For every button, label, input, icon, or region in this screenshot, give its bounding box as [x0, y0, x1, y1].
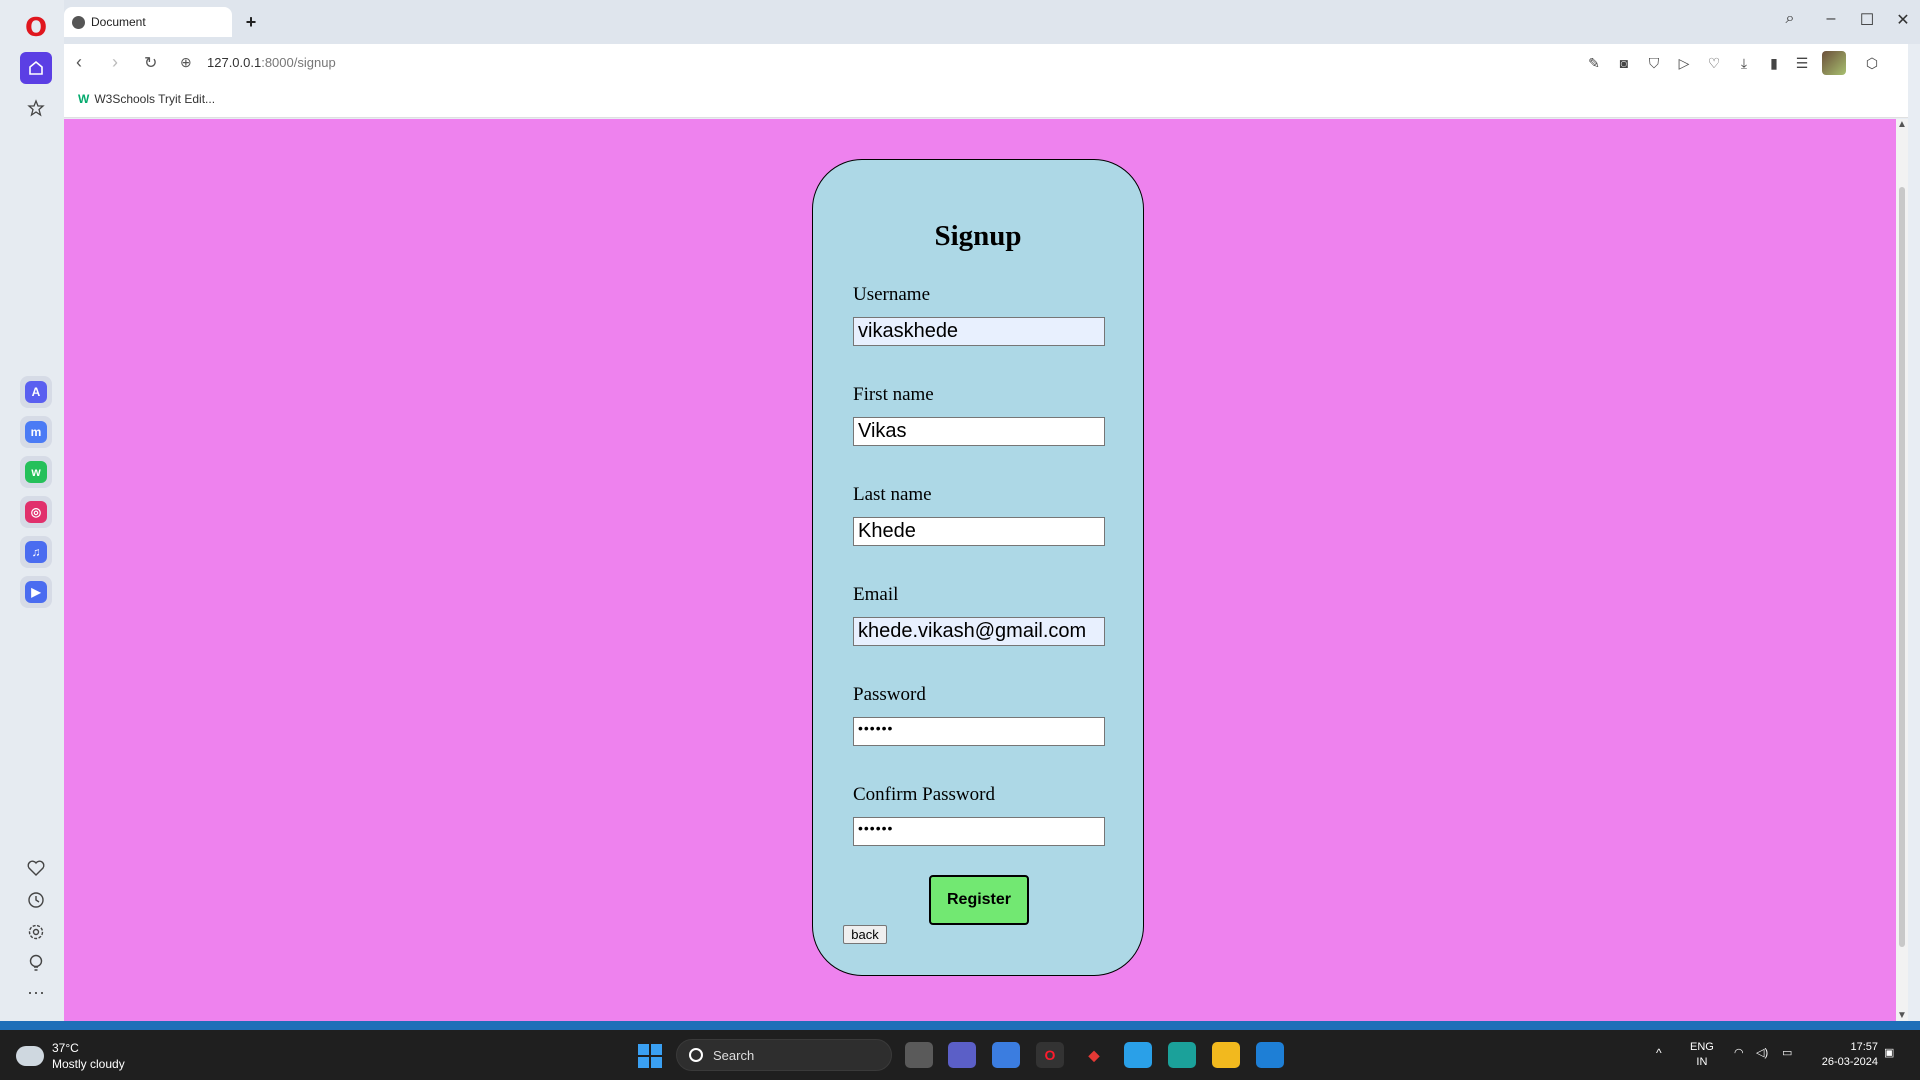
messenger-icon[interactable]: m — [20, 416, 52, 448]
tray-chevron-icon[interactable]: ^ — [1656, 1046, 1662, 1061]
battery-icon[interactable]: ▭ — [1782, 1046, 1792, 1061]
password-input[interactable]: •••••• — [853, 717, 1105, 746]
scroll-up-icon[interactable]: ▲ — [1896, 119, 1908, 130]
microsoft-store-icon[interactable] — [992, 1042, 1020, 1068]
confirm-password-label: Confirm Password — [853, 784, 995, 805]
temperature: 37°C — [52, 1041, 79, 1055]
cloudy-weather-icon — [12, 1040, 44, 1066]
lightbulb-icon[interactable] — [20, 950, 52, 978]
language-code: ENG — [1690, 1041, 1714, 1053]
bookmark-label: W3Schools Tryit Edit... — [94, 92, 216, 106]
edge-icon[interactable] — [1168, 1042, 1196, 1068]
opera-logo-icon[interactable]: O — [20, 12, 52, 44]
bookmarks-bar: W W3Schools Tryit Edit... — [64, 82, 1908, 118]
shield-icon[interactable]: ⛉ — [1646, 55, 1662, 71]
more-options-icon[interactable]: ··· — [20, 982, 52, 1010]
download-icon[interactable]: ⤓ — [1736, 55, 1752, 71]
close-window-icon[interactable]: ✕ — [1888, 10, 1918, 30]
search-icon — [689, 1048, 703, 1062]
profile-avatar[interactable] — [1822, 51, 1846, 75]
email-input[interactable]: khede.vikash@gmail.com — [853, 617, 1105, 646]
easy-setup-icon[interactable]: ☰ — [1794, 55, 1810, 71]
password-label: Password — [853, 684, 926, 705]
whatsapp-icon[interactable]: w — [20, 456, 52, 488]
pinboard-icon[interactable] — [20, 92, 52, 124]
teams-chat-icon[interactable] — [948, 1042, 976, 1068]
page-scrollbar[interactable]: ▲ ▼ — [1896, 119, 1908, 1021]
home-icon[interactable] — [20, 52, 52, 84]
last-name-input[interactable]: Khede — [853, 517, 1105, 546]
camera-icon[interactable]: ◙ — [1616, 55, 1632, 71]
search-tabs-icon[interactable]: ⌕ — [1775, 10, 1805, 28]
w3schools-icon: W — [78, 92, 90, 106]
weather-condition: Mostly cloudy — [52, 1057, 125, 1071]
region-code: IN — [1696, 1056, 1708, 1068]
music-player-icon[interactable]: ♫ — [20, 536, 52, 568]
reload-icon[interactable]: ↻ — [144, 53, 157, 73]
url-path: :8000/signup — [261, 55, 336, 70]
page-title: Signup — [934, 220, 1022, 252]
tab-bar: Document + ⌕ – ☐ ✕ — [64, 0, 1920, 44]
email-label: Email — [853, 584, 899, 605]
last-name-label: Last name — [853, 484, 932, 505]
page-viewport: Signup Username vikaskhede First name Vi… — [64, 119, 1896, 1021]
address-bar: ‹ › ↻ ⊕ 127.0.0.1:8000/signup ✎ ◙ ⛉ ▷ ♡ … — [64, 44, 1908, 82]
vscode-icon[interactable] — [1256, 1042, 1284, 1068]
scroll-thumb[interactable] — [1899, 187, 1905, 947]
file-explorer-icon[interactable] — [1212, 1042, 1240, 1068]
url-field[interactable]: 127.0.0.1:8000/signup — [207, 55, 336, 70]
notification-icon[interactable]: ▣ — [1884, 1046, 1894, 1061]
windows-start-icon[interactable] — [638, 1044, 662, 1068]
username-input[interactable]: vikaskhede — [853, 317, 1105, 346]
search-label: Search — [713, 1047, 755, 1063]
back-button[interactable]: back — [843, 925, 887, 944]
extensions-cube-icon[interactable]: ⬡ — [1864, 55, 1880, 71]
clock-time: 17:57 — [1850, 1041, 1878, 1053]
settings-gear-icon[interactable] — [20, 918, 52, 946]
signup-card: Signup Username vikaskhede First name Vi… — [812, 159, 1144, 976]
player-icon[interactable]: ▶ — [20, 576, 52, 608]
snapshot-edit-icon[interactable]: ✎ — [1586, 55, 1602, 71]
python-app-icon[interactable] — [1124, 1042, 1152, 1068]
history-icon[interactable] — [20, 886, 52, 914]
scroll-down-icon[interactable]: ▼ — [1896, 1010, 1908, 1021]
opera-taskbar-icon[interactable]: O — [1036, 1042, 1064, 1068]
first-name-input[interactable]: Vikas — [853, 417, 1105, 446]
background-status-strip — [0, 1021, 1920, 1030]
bookmark-w3schools[interactable]: W W3Schools Tryit Edit... — [78, 92, 215, 106]
instagram-icon[interactable]: ◎ — [20, 496, 52, 528]
username-label: Username — [853, 284, 931, 305]
browser-sidebar: O A m w ◎ ♫ ▶ ··· — [0, 0, 64, 1030]
new-tab-button[interactable]: + — [240, 11, 262, 33]
language-indicator[interactable]: ENG IN — [1690, 1040, 1714, 1070]
git-app-icon[interactable]: ◆ — [1080, 1042, 1108, 1068]
minimize-icon[interactable]: – — [1816, 10, 1846, 28]
favorite-heart-icon[interactable]: ♡ — [1706, 55, 1722, 71]
maximize-icon[interactable]: ☐ — [1852, 10, 1882, 30]
taskbar-search[interactable]: Search — [676, 1039, 892, 1071]
back-nav-icon[interactable]: ‹ — [76, 52, 82, 73]
forward-nav-icon[interactable]: › — [112, 52, 118, 73]
tab-document[interactable]: Document — [64, 7, 232, 37]
battery-saver-icon[interactable]: ▮ — [1766, 55, 1782, 71]
page-globe-icon — [72, 15, 85, 29]
first-name-label: First name — [853, 384, 934, 405]
register-button[interactable]: Register — [929, 875, 1029, 925]
tab-title: Document — [91, 15, 146, 29]
weather-widget[interactable]: 37°C Mostly cloudy — [12, 1040, 125, 1072]
wifi-icon[interactable]: ◠ — [1734, 1046, 1744, 1061]
windows-taskbar: 37°C Mostly cloudy Search O ◆ ^ ENG IN ◠… — [0, 1030, 1920, 1080]
heart-icon[interactable] — [20, 854, 52, 882]
confirm-password-input[interactable]: •••••• — [853, 817, 1105, 846]
url-host: 127.0.0.1 — [207, 55, 262, 70]
clock-date: 26-03-2024 — [1821, 1056, 1878, 1068]
clock[interactable]: 17:57 26-03-2024 — [1812, 1040, 1878, 1070]
volume-icon[interactable]: ◁) — [1756, 1046, 1768, 1061]
play-icon[interactable]: ▷ — [1676, 55, 1692, 71]
site-info-globe-icon[interactable]: ⊕ — [180, 54, 192, 71]
aria-app-icon[interactable]: A — [20, 376, 52, 408]
task-view-icon[interactable] — [905, 1042, 933, 1068]
